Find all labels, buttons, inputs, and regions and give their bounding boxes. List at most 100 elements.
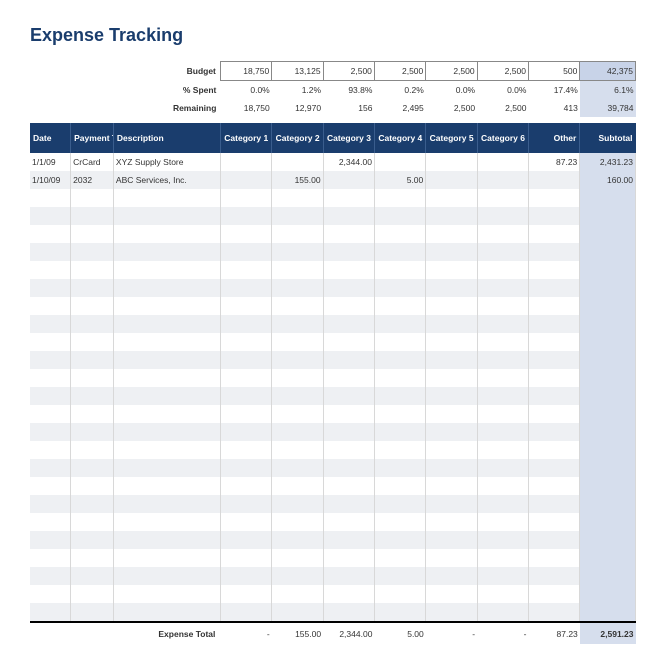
cell-cat4[interactable]	[374, 279, 425, 297]
cell-cat5[interactable]	[426, 333, 477, 351]
cell-subtotal[interactable]	[580, 225, 636, 243]
cell-date[interactable]	[30, 297, 71, 315]
cell-cat6[interactable]	[477, 189, 528, 207]
cell-paytype[interactable]	[71, 585, 114, 603]
cell-date[interactable]	[30, 207, 71, 225]
cell-desc[interactable]: ABC Services, Inc.	[113, 171, 220, 189]
cell-cat5[interactable]	[426, 549, 477, 567]
cell-subtotal[interactable]	[580, 423, 636, 441]
cell-paytype[interactable]	[71, 351, 114, 369]
cell-cat5[interactable]	[426, 585, 477, 603]
cell-subtotal[interactable]	[580, 459, 636, 477]
cell-cat4[interactable]	[374, 513, 425, 531]
cell-cat2[interactable]	[272, 549, 323, 567]
cell-desc[interactable]	[113, 567, 220, 585]
cell-date[interactable]	[30, 567, 71, 585]
cell-cat3[interactable]	[323, 423, 374, 441]
cell-cat4[interactable]	[374, 333, 425, 351]
cell-subtotal[interactable]	[580, 207, 636, 225]
cell-cat4[interactable]	[374, 243, 425, 261]
cell-cat5[interactable]	[426, 297, 477, 315]
cell-cat1[interactable]	[220, 423, 271, 441]
cell-other[interactable]	[528, 603, 579, 622]
cell-cat1[interactable]	[220, 207, 271, 225]
cell-cat3[interactable]	[323, 513, 374, 531]
cell-cat5[interactable]	[426, 495, 477, 513]
cell-cat5[interactable]	[426, 477, 477, 495]
cell-desc[interactable]	[113, 549, 220, 567]
cell-cat6[interactable]	[477, 333, 528, 351]
cell-cat4[interactable]	[374, 459, 425, 477]
cell-cat3[interactable]	[323, 243, 374, 261]
cell-date[interactable]: 1/10/09	[30, 171, 71, 189]
cell-cat6[interactable]	[477, 207, 528, 225]
table-row[interactable]	[30, 387, 636, 405]
cell-cat5[interactable]	[426, 171, 477, 189]
cell-cat2[interactable]	[272, 531, 323, 549]
cell-paytype[interactable]	[71, 495, 114, 513]
cell-cat6[interactable]	[477, 495, 528, 513]
cell-date[interactable]	[30, 405, 71, 423]
cell-paytype[interactable]: 2032	[71, 171, 114, 189]
cell-desc[interactable]	[113, 207, 220, 225]
table-row[interactable]	[30, 243, 636, 261]
cell-cat4[interactable]	[374, 603, 425, 622]
cell-cat3[interactable]	[323, 189, 374, 207]
cell-subtotal[interactable]	[580, 495, 636, 513]
cell-cat5[interactable]	[426, 189, 477, 207]
cell-cat3[interactable]: 2,344.00	[323, 153, 374, 171]
cell-cat4[interactable]	[374, 405, 425, 423]
table-row[interactable]	[30, 351, 636, 369]
cell-cat2[interactable]	[272, 351, 323, 369]
cell-cat1[interactable]	[220, 315, 271, 333]
cell-cat6[interactable]	[477, 513, 528, 531]
budget-cat2[interactable]: 13,125	[272, 62, 323, 81]
cell-cat3[interactable]	[323, 351, 374, 369]
cell-other[interactable]	[528, 477, 579, 495]
cell-date[interactable]	[30, 261, 71, 279]
cell-cat6[interactable]	[477, 297, 528, 315]
table-row[interactable]	[30, 459, 636, 477]
cell-paytype[interactable]	[71, 459, 114, 477]
cell-cat2[interactable]	[272, 297, 323, 315]
cell-cat1[interactable]	[220, 549, 271, 567]
table-row[interactable]: 1/10/092032ABC Services, Inc.155.005.001…	[30, 171, 636, 189]
cell-cat6[interactable]	[477, 261, 528, 279]
cell-subtotal[interactable]	[580, 603, 636, 622]
cell-cat2[interactable]	[272, 279, 323, 297]
cell-cat6[interactable]	[477, 279, 528, 297]
cell-paytype[interactable]	[71, 567, 114, 585]
cell-paytype[interactable]	[71, 243, 114, 261]
cell-other[interactable]	[528, 387, 579, 405]
table-row[interactable]	[30, 477, 636, 495]
cell-paytype[interactable]	[71, 315, 114, 333]
cell-cat6[interactable]	[477, 153, 528, 171]
cell-desc[interactable]	[113, 243, 220, 261]
cell-cat5[interactable]	[426, 225, 477, 243]
cell-cat1[interactable]	[220, 459, 271, 477]
cell-cat3[interactable]	[323, 585, 374, 603]
cell-cat5[interactable]	[426, 513, 477, 531]
table-row[interactable]	[30, 189, 636, 207]
cell-subtotal[interactable]	[580, 279, 636, 297]
table-row[interactable]	[30, 495, 636, 513]
cell-cat1[interactable]	[220, 261, 271, 279]
cell-subtotal[interactable]	[580, 513, 636, 531]
cell-date[interactable]	[30, 333, 71, 351]
cell-other[interactable]	[528, 261, 579, 279]
cell-desc[interactable]	[113, 387, 220, 405]
cell-cat2[interactable]	[272, 225, 323, 243]
cell-subtotal[interactable]	[580, 405, 636, 423]
cell-cat4[interactable]	[374, 441, 425, 459]
cell-cat1[interactable]	[220, 477, 271, 495]
cell-cat6[interactable]	[477, 369, 528, 387]
cell-desc[interactable]	[113, 261, 220, 279]
cell-cat2[interactable]	[272, 459, 323, 477]
cell-date[interactable]	[30, 531, 71, 549]
cell-cat6[interactable]	[477, 351, 528, 369]
cell-cat5[interactable]	[426, 315, 477, 333]
cell-cat5[interactable]	[426, 603, 477, 622]
cell-cat6[interactable]	[477, 549, 528, 567]
cell-cat1[interactable]	[220, 297, 271, 315]
cell-cat5[interactable]	[426, 279, 477, 297]
